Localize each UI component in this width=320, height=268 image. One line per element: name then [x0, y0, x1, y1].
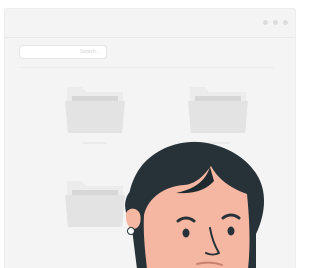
window-dot — [263, 20, 268, 25]
search-divider — [19, 67, 274, 68]
window-dot — [273, 20, 278, 25]
folder-icon[interactable] — [186, 75, 250, 149]
search-field[interactable]: Search... — [19, 45, 107, 59]
person-illustration — [106, 139, 268, 268]
window-titlebar — [5, 9, 295, 38]
illustration-stage: Search... — [0, 0, 303, 268]
window-controls[interactable] — [263, 20, 288, 25]
folder-icon[interactable] — [63, 75, 127, 149]
window-dot — [283, 20, 288, 25]
